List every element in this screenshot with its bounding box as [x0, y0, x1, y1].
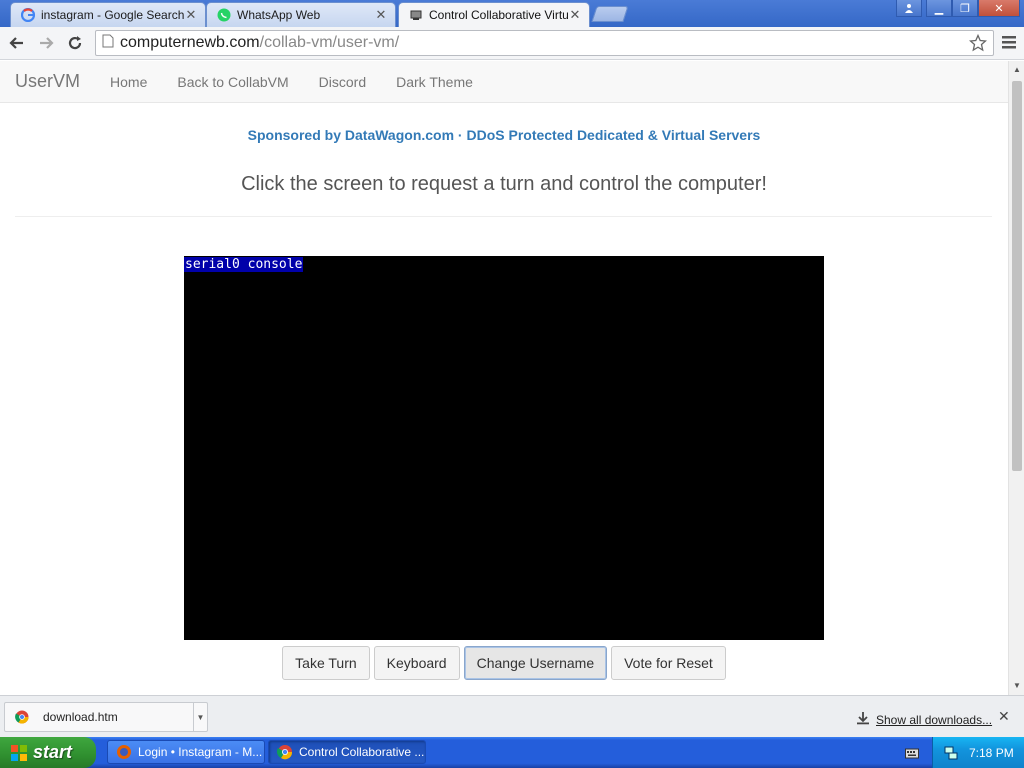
tab-title: Control Collaborative Virtu: [429, 8, 569, 22]
take-turn-button[interactable]: Take Turn: [282, 646, 370, 680]
download-shelf: download.htm ▼ Show all downloads... ✕: [0, 695, 1024, 737]
keyboard-language-icon[interactable]: [905, 746, 919, 764]
browser-tab-strip: instagram - Google Search ✕ WhatsApp Web…: [0, 0, 1024, 27]
start-button[interactable]: start: [0, 737, 96, 768]
page-icon: [102, 34, 114, 53]
minimize-icon[interactable]: ▁: [926, 0, 952, 17]
new-tab-button[interactable]: [591, 6, 629, 22]
taskbar-item-label: Control Collaborative ...: [299, 745, 425, 759]
whatsapp-icon: [217, 8, 231, 22]
serial-console-label: serial0 console: [184, 257, 304, 272]
scroll-down-icon[interactable]: ▼: [1013, 681, 1021, 690]
download-options-icon[interactable]: ▼: [193, 703, 207, 731]
scroll-thumb[interactable]: [1012, 81, 1022, 471]
keyboard-button[interactable]: Keyboard: [373, 646, 460, 680]
show-all-downloads-label: Show all downloads...: [876, 712, 993, 727]
chrome-file-icon: [15, 710, 29, 724]
chrome-icon: [277, 744, 293, 760]
windows-logo-icon: [10, 744, 28, 762]
url-domain: computernewb.com: [120, 34, 260, 51]
address-bar[interactable]: computernewb.com/collab-vm/user-vm/: [95, 30, 994, 56]
nav-discord[interactable]: Discord: [304, 74, 381, 90]
divider: [15, 216, 992, 217]
chrome-menu-icon[interactable]: [1002, 34, 1018, 52]
nav-home[interactable]: Home: [95, 74, 162, 90]
instructions-text: Click the screen to request a turn and c…: [241, 173, 767, 195]
taskbar-item-instagram[interactable]: Login • Instagram - M...: [107, 740, 265, 764]
tab-whatsapp[interactable]: WhatsApp Web ✕: [206, 2, 396, 27]
nav-back-to-collabvm[interactable]: Back to CollabVM: [162, 74, 303, 90]
vm-display[interactable]: serial0 console: [184, 256, 824, 640]
url-path: /collab-vm/user-vm/: [259, 34, 400, 51]
tab-title: WhatsApp Web: [237, 8, 321, 22]
system-tray: 7:18 PM: [932, 737, 1024, 768]
sponsor-link[interactable]: Sponsored by DataWagon.com · DDoS Protec…: [0, 127, 1008, 143]
tab-google-search[interactable]: instagram - Google Search ✕: [10, 2, 206, 27]
bookmark-star-icon[interactable]: [968, 33, 988, 57]
network-icon[interactable]: [943, 745, 959, 761]
show-all-downloads-link[interactable]: Show all downloads...: [856, 711, 992, 728]
change-username-button[interactable]: Change Username: [463, 646, 608, 680]
browser-toolbar: computernewb.com/collab-vm/user-vm/: [0, 27, 1024, 60]
download-item[interactable]: download.htm ▼: [4, 702, 208, 732]
close-tab-icon[interactable]: ✕: [185, 7, 197, 23]
back-icon[interactable]: [6, 32, 28, 54]
start-label: start: [33, 742, 73, 762]
profile-icon[interactable]: [896, 0, 922, 17]
vm-controls: Take Turn Keyboard Change Username Vote …: [0, 646, 1008, 680]
firefox-icon: [116, 744, 132, 760]
tab-title: instagram - Google Search: [41, 8, 185, 22]
web-page: UserVM Home Back to CollabVM Discord Dar…: [0, 61, 1008, 695]
download-filename: download.htm: [43, 710, 118, 724]
google-icon: [21, 8, 35, 22]
clock[interactable]: 7:18 PM: [969, 746, 1014, 760]
windows-taskbar: start Login • Instagram - M... Control C…: [0, 737, 1024, 768]
scroll-up-icon[interactable]: ▲: [1013, 65, 1021, 74]
taskbar-item-collabvm[interactable]: Control Collaborative ...: [268, 740, 426, 764]
nav-dark-theme[interactable]: Dark Theme: [381, 74, 488, 90]
close-window-icon[interactable]: ✕: [978, 0, 1020, 17]
site-navbar: UserVM Home Back to CollabVM Discord Dar…: [0, 61, 1008, 103]
collabvm-icon: [409, 8, 423, 22]
close-tab-icon[interactable]: ✕: [569, 7, 581, 23]
close-tab-icon[interactable]: ✕: [375, 7, 387, 23]
taskbar-item-label: Login • Instagram - M...: [138, 745, 263, 759]
vote-reset-button[interactable]: Vote for Reset: [611, 646, 726, 680]
site-brand[interactable]: UserVM: [15, 71, 80, 92]
close-shelf-icon[interactable]: ✕: [998, 708, 1010, 725]
tab-collabvm[interactable]: Control Collaborative Virtu ✕: [398, 2, 590, 27]
restore-icon[interactable]: ❐: [952, 0, 978, 17]
forward-icon[interactable]: [35, 32, 57, 54]
reload-icon[interactable]: [64, 32, 86, 54]
download-icon: [856, 711, 870, 728]
page-scrollbar[interactable]: ▲ ▼: [1008, 61, 1024, 695]
